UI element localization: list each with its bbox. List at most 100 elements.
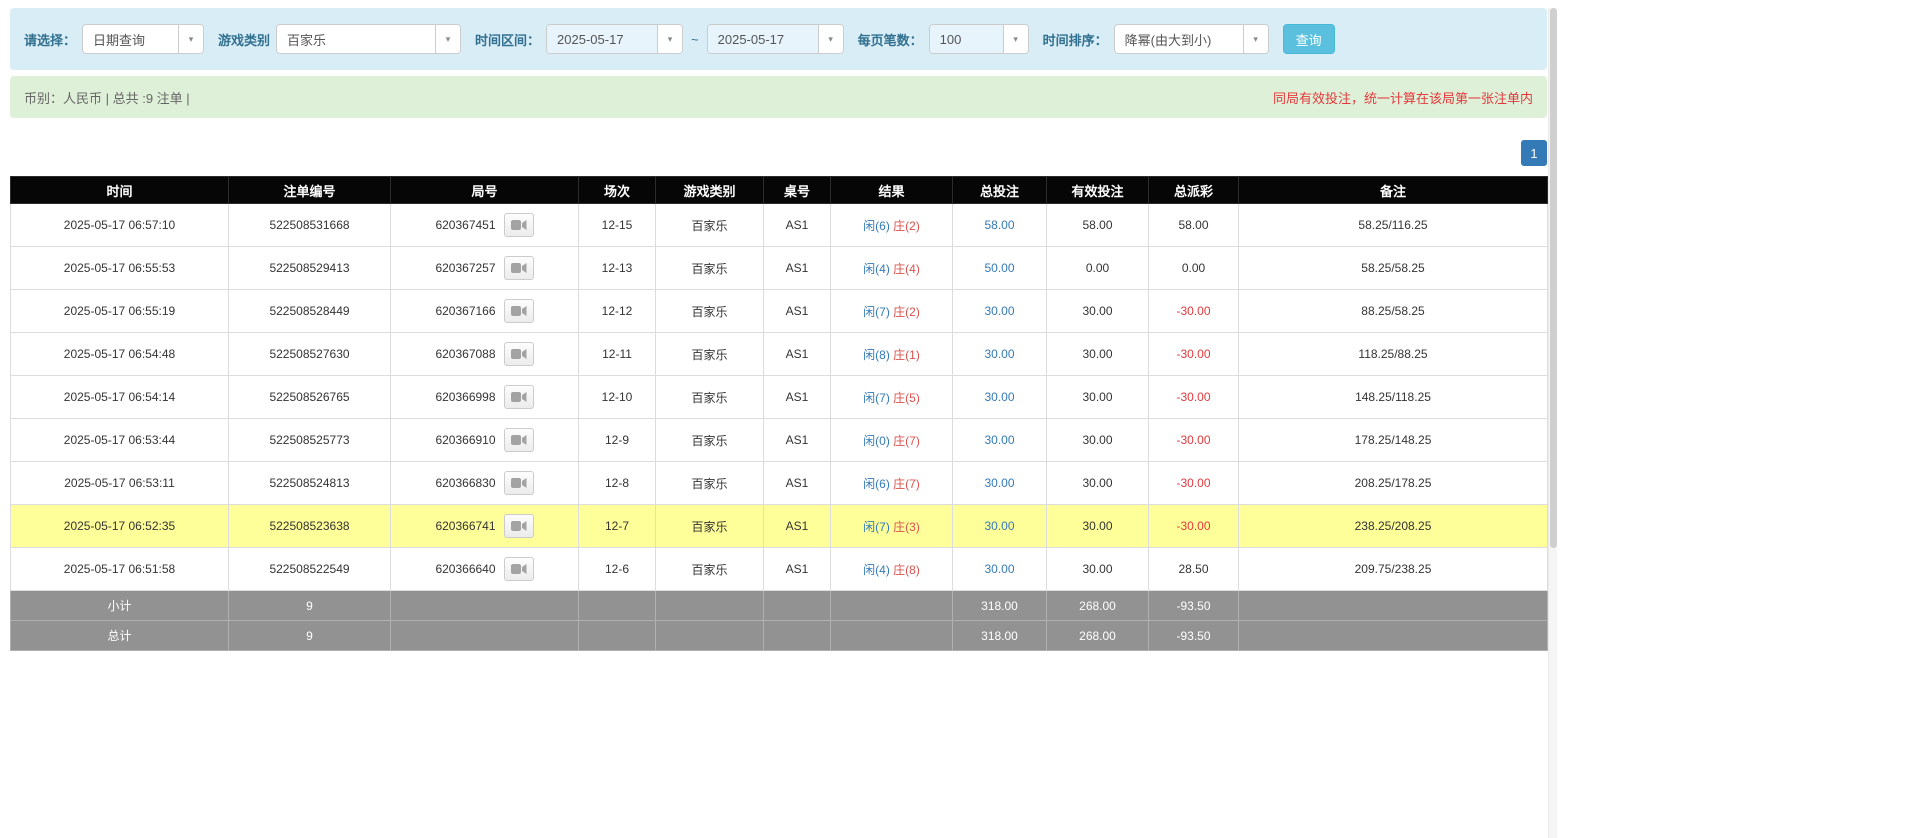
- note: 88.25/58.25: [1238, 289, 1548, 333]
- valid-bet: 30.00: [1046, 289, 1149, 333]
- banker-result: 庄(5): [893, 390, 920, 405]
- bet-time: 2025-05-17 06:51:58: [10, 547, 229, 591]
- chevron-down-icon: ▾: [1002, 25, 1028, 53]
- filter-bar: 请选择： 日期查询 ▾ 游戏类别 百家乐 ▾ 时间区间： 2025-05-17 …: [10, 8, 1547, 70]
- search-button[interactable]: 查询: [1282, 24, 1335, 54]
- column-header: 场次: [578, 176, 656, 204]
- round-number-cell: 620366741: [390, 504, 579, 548]
- table-row: 2025-05-17 06:54:48 522508527630 620367088…: [10, 332, 1548, 376]
- table-row: 2025-05-17 06:53:44 522508525773 620366910…: [10, 418, 1548, 462]
- table-row: 2025-05-17 06:51:58 522508522549 620366640…: [10, 547, 1548, 591]
- valid-bet: 58.00: [1046, 203, 1149, 247]
- query-type-value: 日期查询: [93, 32, 146, 48]
- table-body: 2025-05-17 06:57:10 522508531668 620367451…: [10, 203, 1548, 591]
- session-number: 12-15: [578, 203, 656, 247]
- column-header: 备注: [1238, 176, 1548, 204]
- summary-valid-bet: 268.00: [1046, 590, 1149, 621]
- page-size-select[interactable]: 100 ▾: [928, 24, 1029, 54]
- banker-result: 庄(7): [893, 433, 920, 448]
- bet-number: 522508524813: [228, 461, 391, 505]
- table-row: 2025-05-17 06:54:14 522508526765 620366998…: [10, 375, 1548, 419]
- total-bet-link[interactable]: 30.00: [984, 519, 1014, 533]
- date-from-select[interactable]: 2025-05-17 ▾: [546, 24, 684, 54]
- result-cell: 闲(7) 庄(3): [830, 504, 953, 548]
- total-bet-cell: 30.00: [952, 504, 1047, 548]
- table-number: AS1: [763, 332, 831, 376]
- video-replay-button[interactable]: [503, 299, 534, 323]
- chevron-down-icon: ▾: [817, 25, 843, 53]
- table-footer: 小计 9 318.00 268.00 -93.50 总计 9 318.00 268.00 -93.…: [10, 590, 1548, 651]
- video-replay-button[interactable]: [503, 342, 534, 366]
- total-bet-link[interactable]: 50.00: [984, 261, 1014, 275]
- date-to-select[interactable]: 2025-05-17 ▾: [706, 24, 844, 54]
- round-number-cell: 620366830: [390, 461, 579, 505]
- bet-number: 522508526765: [228, 375, 391, 419]
- summary-row: 总计 9 318.00 268.00 -93.50: [10, 620, 1548, 651]
- total-bet-link[interactable]: 30.00: [984, 433, 1014, 447]
- note: 178.25/148.25: [1238, 418, 1548, 462]
- vertical-scrollbar[interactable]: [1548, 8, 1557, 838]
- banker-result: 庄(8): [893, 562, 920, 577]
- total-bet-cell: 30.00: [952, 547, 1047, 591]
- chevron-down-icon: ▾: [435, 25, 461, 53]
- valid-bet: 0.00: [1046, 246, 1149, 290]
- column-header: 桌号: [763, 176, 831, 204]
- video-replay-button[interactable]: [503, 213, 534, 237]
- game-type-select[interactable]: 百家乐 ▾: [276, 24, 462, 54]
- bet-number: 522508523638: [228, 504, 391, 548]
- total-bet-link[interactable]: 30.00: [984, 562, 1014, 576]
- total-bet-link[interactable]: 58.00: [984, 218, 1014, 232]
- query-type-select[interactable]: 日期查询 ▾: [82, 24, 205, 54]
- note: 208.25/178.25: [1238, 461, 1548, 505]
- chevron-down-icon: ▾: [657, 25, 683, 53]
- total-bet-link[interactable]: 30.00: [984, 390, 1014, 404]
- payout: -30.00: [1148, 289, 1239, 333]
- total-bet-link[interactable]: 30.00: [984, 347, 1014, 361]
- summary-row: 小计 9 318.00 268.00 -93.50: [10, 590, 1548, 621]
- round-number: 620367257: [435, 261, 496, 275]
- valid-bet: 30.00: [1046, 504, 1149, 548]
- video-replay-button[interactable]: [503, 385, 534, 409]
- video-replay-button[interactable]: [503, 256, 534, 280]
- page-1-button[interactable]: 1: [1521, 140, 1547, 166]
- bet-time: 2025-05-17 06:57:10: [10, 203, 229, 247]
- session-number: 12-13: [578, 246, 656, 290]
- sort-order-label: 时间排序：: [1042, 32, 1108, 48]
- video-replay-button[interactable]: [503, 514, 534, 538]
- scrollbar-thumb[interactable]: [1550, 8, 1557, 548]
- pagination: 1: [10, 140, 1547, 166]
- note: 148.25/118.25: [1238, 375, 1548, 419]
- bet-number: 522508531668: [228, 203, 391, 247]
- bet-time: 2025-05-17 06:53:44: [10, 418, 229, 462]
- table-row: 2025-05-17 06:53:11 522508524813 620366830…: [10, 461, 1548, 505]
- total-bet-link[interactable]: 30.00: [984, 304, 1014, 318]
- sort-order-select[interactable]: 降幂(由大到小) ▾: [1113, 24, 1269, 54]
- round-number: 620367088: [435, 347, 496, 361]
- session-number: 12-6: [578, 547, 656, 591]
- column-header: 有效投注: [1046, 176, 1149, 204]
- table-row: 2025-05-17 06:57:10 522508531668 620367451…: [10, 203, 1548, 247]
- banker-result: 庄(4): [893, 261, 920, 276]
- game-type-cell: 百家乐: [655, 547, 764, 591]
- column-header: 游戏类别: [655, 176, 764, 204]
- video-replay-button[interactable]: [503, 557, 534, 581]
- column-header: 时间: [10, 176, 229, 204]
- video-replay-button[interactable]: [503, 428, 534, 452]
- total-bet-link[interactable]: 30.00: [984, 476, 1014, 490]
- valid-bet: 30.00: [1046, 418, 1149, 462]
- note: 238.25/208.25: [1238, 504, 1548, 548]
- payout: -30.00: [1148, 375, 1239, 419]
- result-cell: 闲(7) 庄(2): [830, 289, 953, 333]
- video-replay-button[interactable]: [503, 471, 534, 495]
- game-type-cell: 百家乐: [655, 332, 764, 376]
- table-number: AS1: [763, 246, 831, 290]
- video-camera-icon: [510, 306, 527, 316]
- total-bet-cell: 30.00: [952, 289, 1047, 333]
- round-number-cell: 620367257: [390, 246, 579, 290]
- game-type-cell: 百家乐: [655, 461, 764, 505]
- valid-bet: 30.00: [1046, 375, 1149, 419]
- round-number-cell: 620367166: [390, 289, 579, 333]
- date-to-value: 2025-05-17: [707, 25, 818, 53]
- bet-time: 2025-05-17 06:52:35: [10, 504, 229, 548]
- column-header: 局号: [390, 176, 579, 204]
